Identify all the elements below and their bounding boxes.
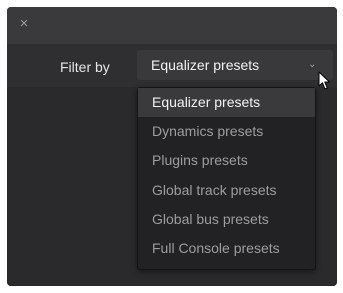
menu-item-global-bus-presets[interactable]: Global bus presets <box>138 205 315 234</box>
filter-dropdown[interactable]: Equalizer presets ⌄ <box>137 50 333 80</box>
filter-dialog: × Filter by Equalizer presets ⌄ Equalize… <box>7 7 337 286</box>
close-icon[interactable]: × <box>16 16 32 32</box>
mouse-pointer-icon <box>318 71 330 90</box>
menu-item-dynamics-presets[interactable]: Dynamics presets <box>138 117 315 146</box>
dropdown-selected-value: Equalizer presets <box>151 57 260 73</box>
menu-item-equalizer-presets[interactable]: Equalizer presets <box>138 88 315 117</box>
title-bar: × <box>7 7 337 44</box>
menu-item-plugins-presets[interactable]: Plugins presets <box>138 146 315 175</box>
menu-item-global-track-presets[interactable]: Global track presets <box>138 176 315 205</box>
menu-item-full-console-presets[interactable]: Full Console presets <box>138 234 315 263</box>
filter-label: Filter by <box>60 59 110 75</box>
chevron-down-icon: ⌄ <box>308 59 317 70</box>
dropdown-menu: Equalizer presets Dynamics presets Plugi… <box>137 87 316 270</box>
